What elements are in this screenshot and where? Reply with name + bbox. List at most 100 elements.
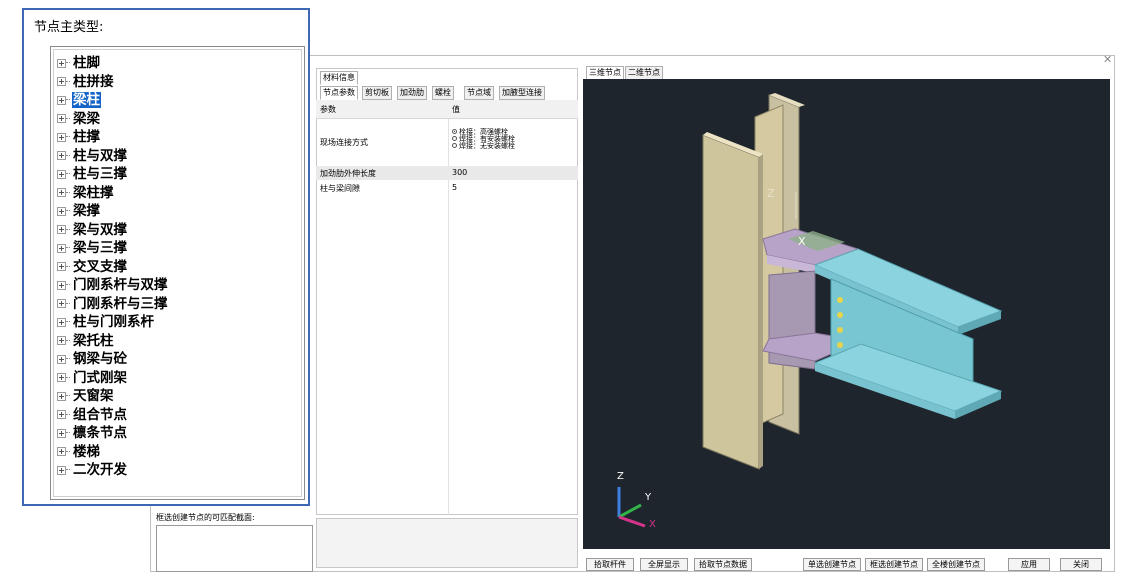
expand-plus-icon[interactable] bbox=[57, 262, 66, 271]
expand-plus-icon[interactable] bbox=[57, 317, 66, 327]
tree-connector bbox=[66, 154, 70, 157]
radio-option[interactable]: 焊接：无安装螺栓 bbox=[452, 142, 515, 150]
expand-plus-icon[interactable] bbox=[57, 114, 66, 123]
box-create-button[interactable]: 框选创建节点 bbox=[865, 558, 923, 571]
expand-plus-icon[interactable] bbox=[57, 354, 66, 364]
tree-connector bbox=[66, 302, 70, 305]
close-icon[interactable]: ✕ bbox=[1103, 53, 1112, 66]
tree-item[interactable]: 梁撑 bbox=[54, 202, 101, 220]
all-create-button[interactable]: 全楼创建节点 bbox=[927, 558, 985, 571]
tree-connector bbox=[66, 80, 70, 83]
tree-connector bbox=[66, 247, 70, 249]
tab-2d-node[interactable]: 二维节点 bbox=[625, 66, 663, 80]
expand-plus-icon[interactable] bbox=[57, 336, 66, 345]
row-value[interactable]: 300 bbox=[452, 168, 467, 177]
single-create-button[interactable]: 单选创建节点 bbox=[803, 558, 861, 571]
tree-connector bbox=[66, 228, 70, 231]
tree-item[interactable]: 楼梯 bbox=[54, 443, 101, 461]
expand-plus-icon[interactable] bbox=[57, 151, 66, 160]
triad-x-label: X bbox=[649, 519, 656, 530]
expand-plus-icon[interactable] bbox=[57, 169, 66, 179]
expand-plus-icon[interactable] bbox=[57, 280, 66, 290]
matching-section-list[interactable] bbox=[156, 525, 313, 572]
pick-node-data-button[interactable]: 拾取节点数据 bbox=[694, 558, 752, 571]
tree-item[interactable]: 柱脚 bbox=[54, 54, 101, 72]
tab-bolt[interactable]: 螺栓 bbox=[432, 86, 454, 100]
tree-item[interactable]: 梁柱撑 bbox=[54, 184, 115, 202]
expand-plus-icon[interactable] bbox=[57, 373, 66, 382]
tree-item[interactable]: 梁柱 bbox=[54, 91, 101, 109]
tree-item-label: 柱拼接 bbox=[73, 73, 114, 90]
tab-stiffener[interactable]: 加劲肋 bbox=[397, 86, 427, 100]
expand-plus-icon[interactable] bbox=[57, 132, 66, 142]
tree-item-label: 梁梁 bbox=[73, 110, 100, 127]
tree-connector bbox=[66, 469, 70, 471]
close-button[interactable]: 关闭 bbox=[1060, 558, 1102, 571]
tree-item-label: 钢梁与砼 bbox=[73, 351, 127, 367]
expand-plus-icon[interactable] bbox=[57, 243, 66, 253]
description-box bbox=[316, 518, 578, 568]
tree-item[interactable]: 柱与双撑 bbox=[54, 147, 128, 165]
tree-item[interactable]: 组合节点 bbox=[54, 406, 128, 424]
tree-item[interactable]: 柱与门刚系杆 bbox=[54, 313, 155, 331]
tab-material-info[interactable]: 材料信息 bbox=[320, 71, 358, 85]
tree-item[interactable]: 梁托柱 bbox=[54, 332, 115, 350]
row-value[interactable]: 5 bbox=[452, 183, 457, 192]
tree-connector bbox=[66, 358, 70, 360]
expand-plus-icon[interactable] bbox=[57, 58, 66, 68]
expand-plus-icon[interactable] bbox=[57, 447, 66, 456]
tree-list: 柱脚 柱拼接 梁柱 梁梁 柱撑 柱与双撑 柱与三撑 梁柱撑 梁撑 梁与双撑 梁与三撑 交叉支撑 门刚系杆… bbox=[53, 49, 302, 497]
pick-member-button[interactable]: 拾取杆件 bbox=[586, 558, 634, 571]
tree-item[interactable]: 檩条节点 bbox=[54, 424, 128, 442]
tab-3d-node[interactable]: 三维节点 bbox=[586, 66, 624, 80]
radio-icon bbox=[452, 143, 457, 148]
tree-item-label: 柱脚 bbox=[73, 55, 100, 71]
tree-item[interactable]: 交叉支撑 bbox=[54, 258, 128, 276]
expand-plus-icon[interactable] bbox=[57, 465, 66, 475]
apply-button[interactable]: 应用 bbox=[1008, 558, 1050, 571]
expand-plus-icon[interactable] bbox=[57, 391, 66, 401]
tree-item[interactable]: 柱撑 bbox=[54, 128, 101, 146]
tree-item-label: 门刚系杆与双撑 bbox=[73, 277, 168, 293]
tree-item[interactable]: 门刚系杆与双撑 bbox=[54, 276, 169, 294]
tree-item-label: 二次开发 bbox=[73, 462, 127, 478]
expand-plus-icon[interactable] bbox=[57, 95, 66, 105]
row-param-label: 现场连接方式 bbox=[320, 138, 368, 147]
tree-item-label: 门刚系杆与三撑 bbox=[73, 295, 168, 312]
connection-type-radios: 栓接：高强螺栓 焊接：有安装螺栓 焊接：无安装螺栓 bbox=[452, 128, 515, 150]
tree-item[interactable]: 梁与双撑 bbox=[54, 221, 128, 239]
model-x-label: X bbox=[798, 235, 806, 248]
radio-icon bbox=[452, 136, 457, 141]
tree-item[interactable]: 梁梁 bbox=[54, 110, 101, 128]
tab-node-params[interactable]: 节点参数 bbox=[320, 86, 358, 100]
tab-shear-plate[interactable]: 剪切板 bbox=[362, 86, 392, 100]
expand-plus-icon[interactable] bbox=[57, 77, 66, 86]
tree-connector bbox=[66, 191, 70, 194]
row-param-label: 柱与梁间隙 bbox=[320, 184, 360, 193]
tab-haunch-connection[interactable]: 加腋型连接 bbox=[499, 86, 545, 100]
table-row[interactable]: 柱与梁间隙 5 bbox=[316, 181, 578, 195]
expand-plus-icon[interactable] bbox=[57, 225, 66, 234]
tree-item[interactable]: 柱与三撑 bbox=[54, 165, 128, 183]
tree-item[interactable]: 门刚系杆与三撑 bbox=[54, 295, 169, 313]
expand-plus-icon[interactable] bbox=[57, 206, 66, 216]
tree-item-label: 梁与三撑 bbox=[73, 240, 127, 256]
tree-connector bbox=[66, 339, 70, 342]
tree-connector bbox=[66, 450, 70, 453]
expand-plus-icon[interactable] bbox=[57, 188, 66, 197]
tree-item[interactable]: 柱拼接 bbox=[54, 73, 115, 91]
node-type-tree[interactable]: 柱脚 柱拼接 梁柱 梁梁 柱撑 柱与双撑 柱与三撑 梁柱撑 梁撑 梁与双撑 梁与三撑 交叉支撑 门刚系杆… bbox=[50, 46, 305, 500]
header-param: 参数 bbox=[320, 105, 336, 114]
fullscreen-button[interactable]: 全屏显示 bbox=[640, 558, 688, 571]
tree-item[interactable]: 钢梁与砼 bbox=[54, 350, 128, 368]
tree-item[interactable]: 梁与三撑 bbox=[54, 239, 128, 257]
tree-item[interactable]: 门式刚架 bbox=[54, 369, 128, 387]
table-row[interactable]: 加劲肋外伸长度 300 bbox=[316, 166, 578, 180]
tree-item[interactable]: 天窗架 bbox=[54, 387, 115, 405]
expand-plus-icon[interactable] bbox=[57, 428, 66, 438]
3d-viewport[interactable]: Z X Z Y X bbox=[583, 79, 1110, 549]
expand-plus-icon[interactable] bbox=[57, 299, 66, 308]
tab-panel-zone[interactable]: 节点域 bbox=[464, 86, 494, 100]
tree-item[interactable]: 二次开发 bbox=[54, 461, 128, 479]
expand-plus-icon[interactable] bbox=[57, 410, 66, 419]
